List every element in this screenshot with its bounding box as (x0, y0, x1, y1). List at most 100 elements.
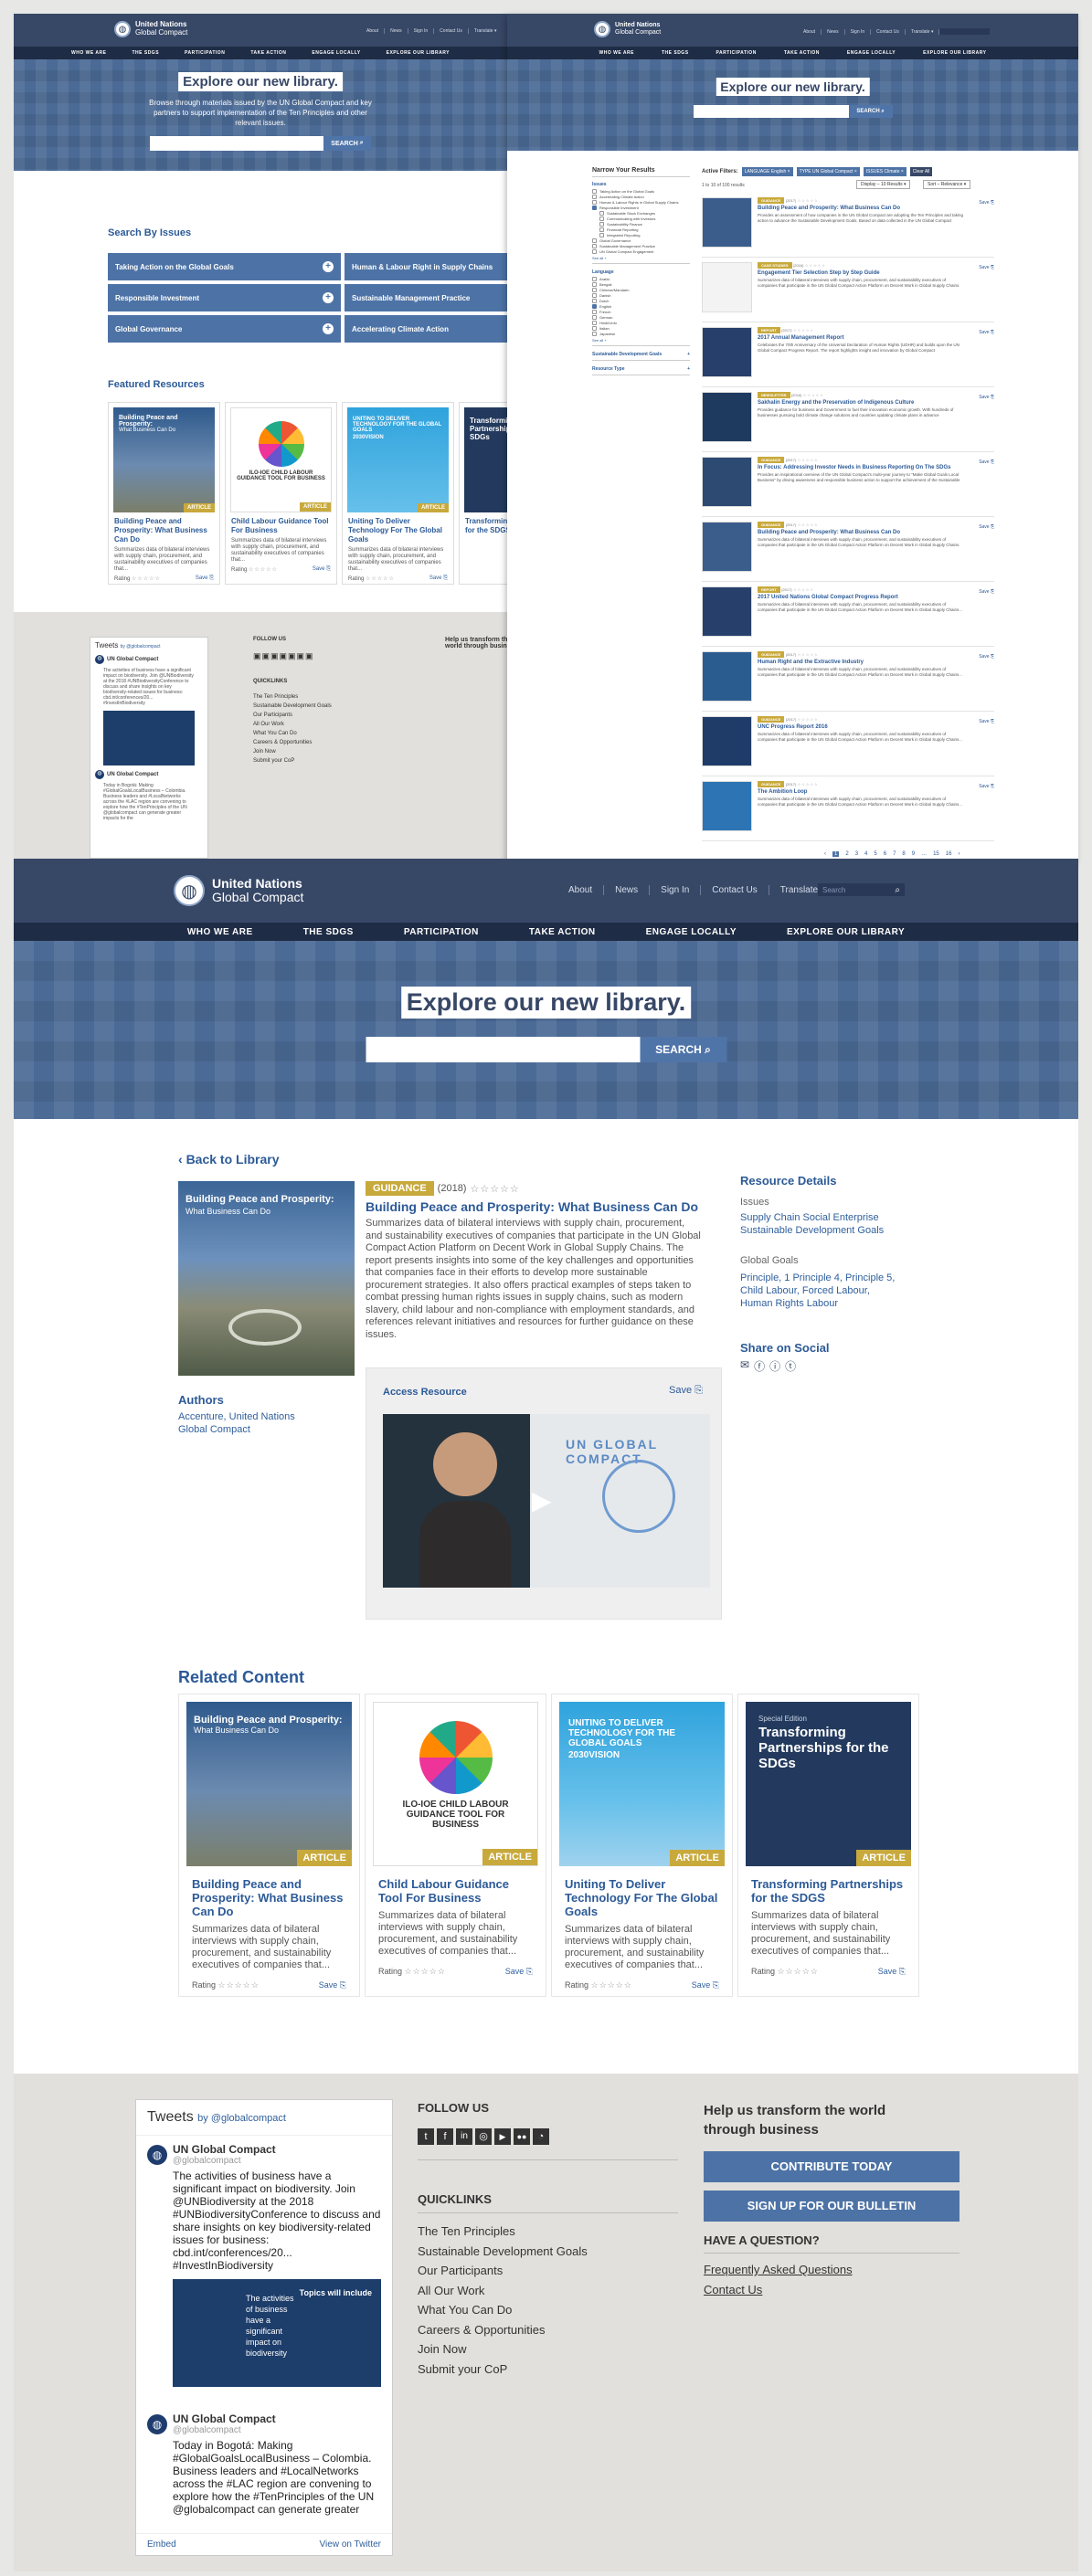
result-row[interactable]: GUIDANCE (2017) ☆☆☆☆☆ Building Peace and … (702, 193, 994, 258)
related-card[interactable]: Building Peace and Prosperity: What Busi… (179, 1694, 359, 1996)
issue-tile[interactable]: Accelerating Climate Action (345, 315, 507, 343)
nav-engage[interactable]: ENGAGE LOCALLY (847, 50, 896, 56)
save-button[interactable]: Save ⎘ (669, 1385, 703, 1397)
linkedin-icon[interactable]: in (456, 2128, 472, 2145)
authors-value[interactable]: Accenture, United Nations Global Compact (178, 1410, 315, 1436)
rating[interactable]: Rating ☆☆☆☆☆ (378, 1967, 446, 1977)
flickr-icon[interactable]: ●● (514, 2128, 530, 2145)
filter-option[interactable]: Italian (592, 326, 690, 331)
filter-option[interactable]: Responsible Investment (592, 206, 690, 210)
star-rating[interactable]: ☆☆☆☆☆ (798, 717, 819, 722)
save-link[interactable]: Save ⎘ (429, 575, 448, 582)
result-title[interactable]: In Focus: Addressing Investor Needs in B… (758, 465, 967, 470)
featured-card[interactable]: Building Peace and Prosperity: What Busi… (108, 402, 220, 585)
page-link[interactable]: 4 (864, 851, 867, 857)
nav-translate[interactable]: Translate ▾ (906, 28, 940, 35)
logo[interactable]: ◍ United Nations Global Compact (114, 20, 187, 37)
video-player[interactable]: UN GLOBAL COMPACT ▶ (383, 1414, 710, 1588)
result-title[interactable]: The Ambition Loop (758, 789, 967, 795)
nav-translate[interactable]: Translate ▾ (469, 28, 503, 34)
result-thumbnail[interactable] (702, 197, 752, 248)
filter-option[interactable]: Accelerating Climate Action (592, 195, 690, 199)
result-thumbnail[interactable] (702, 716, 752, 766)
play-icon[interactable]: ▶ (532, 1485, 552, 1515)
page-link[interactable]: 6 (884, 851, 886, 857)
star-rating[interactable]: ☆☆☆☆☆ (470, 1183, 519, 1195)
featured-card[interactable]: Transforming Partnerships for the SDGs T… (459, 402, 507, 585)
checkbox[interactable] (599, 216, 604, 221)
result-row[interactable]: GUIDANCE (2017) ☆☆☆☆☆ In Focus: Addressin… (702, 452, 994, 517)
nav-sdgs[interactable]: THE SDGS (303, 927, 354, 937)
page-link[interactable]: 15 (933, 851, 939, 857)
quicklink[interactable]: Submit your CoP (253, 756, 332, 765)
nav-take-action[interactable]: TAKE ACTION (250, 50, 286, 56)
card-title[interactable]: Uniting To Deliver Technology For The Gl… (552, 1874, 732, 1918)
linkedin-icon[interactable]: ⓘ (769, 1358, 780, 1374)
contact-link[interactable]: Contact Us (704, 2283, 762, 2296)
issue-link[interactable]: Sustainable Development Goals (740, 1224, 884, 1237)
result-title[interactable]: Building Peace and Prosperity: What Busi… (758, 530, 967, 535)
filter-option[interactable]: Hindi/Urdu (592, 321, 690, 325)
filter-chip[interactable]: TYPE UN Global Compact × (796, 167, 860, 176)
result-row[interactable]: GUIDANCE (2017) ☆☆☆☆☆ Human Right and the… (702, 647, 994, 712)
featured-card[interactable]: UNITING TO DELIVER TECHNOLOGY FOR THE GL… (342, 402, 454, 585)
quicklink[interactable]: Sustainable Development Goals (253, 702, 332, 711)
quicklink[interactable]: What You Can Do (418, 2300, 588, 2320)
nav-engage[interactable]: ENGAGE LOCALLY (646, 927, 737, 937)
result-row[interactable]: CASE STUDIES (2016) ☆☆☆☆☆ Engagement Tier… (702, 258, 994, 322)
rating[interactable]: Rating ☆☆☆☆☆ (348, 575, 395, 582)
save-link[interactable]: Save ⎘ (979, 265, 994, 270)
save-link[interactable]: Save ⎘ (505, 1967, 533, 1977)
issue-tile[interactable]: Human & Labour Right in Supply Chains (345, 253, 507, 280)
filter-chip[interactable]: ISSUES Climate × (863, 167, 906, 176)
quicklink[interactable]: Sustainable Development Goals (418, 2242, 588, 2262)
result-thumbnail[interactable] (702, 586, 752, 637)
issue-tile[interactable]: Responsible Investment + (108, 284, 341, 311)
rating[interactable]: Rating ☆☆☆☆☆ (192, 1980, 260, 1990)
filter-option[interactable]: Sustainability Finance (599, 222, 690, 227)
quicklink[interactable]: The Ten Principles (418, 2222, 588, 2242)
filter-option[interactable]: German (592, 315, 690, 320)
filter-option[interactable]: English (592, 304, 690, 309)
save-link[interactable]: Save ⎘ (979, 654, 994, 660)
result-title[interactable]: 2017 United Nations Global Compact Progr… (758, 595, 967, 600)
contribute-button[interactable]: CONTRIBUTE TODAY (704, 2151, 959, 2182)
checkbox[interactable] (592, 288, 597, 292)
search-button[interactable]: SEARCH ⌕ (640, 1037, 726, 1062)
rating[interactable]: Rating ☆☆☆☆☆ (231, 566, 278, 573)
save-link[interactable]: Save ⎘ (878, 1967, 906, 1977)
related-card[interactable]: Special Edition Transforming Partnership… (738, 1694, 918, 1996)
search-button[interactable]: SEARCH ⌕ (848, 105, 893, 118)
checkbox[interactable] (592, 299, 597, 303)
result-title[interactable]: 2017 Annual Management Report (758, 335, 967, 341)
issue-link[interactable]: Supply Chain Social Enterprise (740, 1211, 884, 1224)
back-link[interactable]: ‹ Back to Library (178, 1152, 280, 1167)
checkbox[interactable] (592, 304, 597, 309)
search-input[interactable] (939, 28, 991, 35)
save-link[interactable]: Save ⎘ (979, 524, 994, 530)
rating[interactable]: Rating ☆☆☆☆☆ (751, 1967, 819, 1977)
save-link[interactable]: Save ⎘ (692, 1980, 719, 1990)
result-title[interactable]: Sakhalin Energy and the Preservation of … (758, 400, 967, 406)
nav-news[interactable]: News (604, 885, 651, 895)
nav-contact[interactable]: Contact Us (701, 885, 769, 895)
save-link[interactable]: Save ⎘ (979, 395, 994, 400)
nav-take-action[interactable]: TAKE ACTION (529, 927, 596, 937)
result-thumbnail[interactable] (702, 392, 752, 442)
faq-link[interactable]: Frequently Asked Questions (704, 2263, 853, 2276)
nav-who[interactable]: WHO WE ARE (71, 50, 106, 56)
quicklink[interactable]: Join Now (253, 747, 332, 756)
card-title[interactable]: Child Labour Guidance Tool For Business (366, 1874, 546, 1905)
header-search[interactable]: Search ⌕ (818, 883, 905, 896)
view-on-twitter-link[interactable]: View on Twitter (320, 2539, 381, 2550)
star-rating[interactable]: ☆☆☆☆☆ (793, 328, 814, 333)
filter-option[interactable]: UN Global Compact Engagement (592, 249, 690, 254)
star-rating[interactable]: ☆☆☆☆☆ (805, 263, 826, 268)
checkbox[interactable] (599, 233, 604, 238)
nav-news[interactable]: News (822, 28, 845, 35)
embed-link[interactable]: Embed (147, 2539, 176, 2550)
result-row[interactable]: REPORT (2017) ☆☆☆☆☆ 2017 United Nations G… (702, 582, 994, 647)
page-link[interactable]: › (958, 851, 959, 857)
nav-about[interactable]: About (361, 28, 386, 34)
result-thumbnail[interactable] (702, 651, 752, 702)
